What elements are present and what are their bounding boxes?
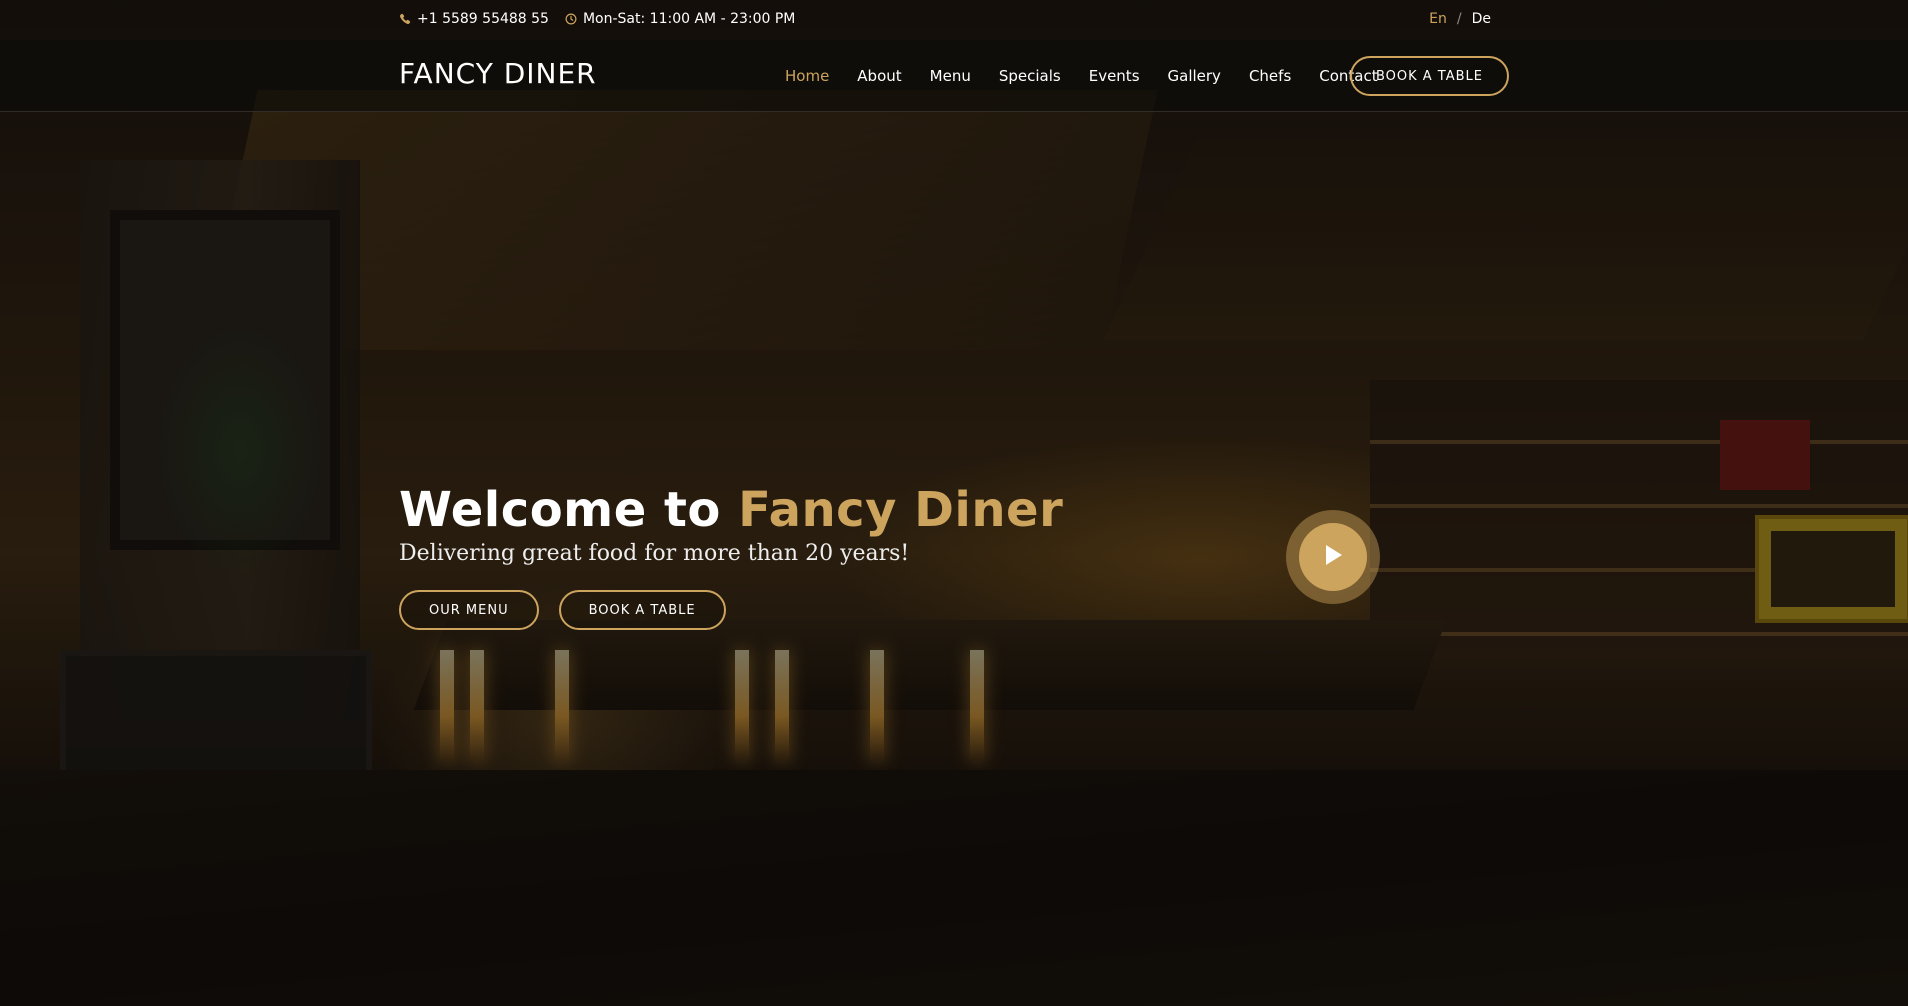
opening-hours: Mon-Sat: 11:00 AM - 23:00 PM — [582, 11, 796, 27]
nav-chefs[interactable]: Chefs — [1235, 67, 1305, 85]
phone-icon — [399, 13, 411, 25]
topbar-contact: +1 5589 55488 55 Mon-Sat: 11:00 AM - 23:… — [399, 11, 795, 27]
language-switcher: En / De — [1429, 11, 1491, 27]
nav-events[interactable]: Events — [1075, 67, 1154, 85]
hero-content: Welcome to Fancy Diner Delivering great … — [399, 478, 1063, 630]
our-menu-button[interactable]: OUR MENU — [399, 590, 539, 630]
book-table-button[interactable]: BOOK A TABLE — [558, 590, 726, 630]
hero-buttons: OUR MENU BOOK A TABLE — [399, 590, 1063, 630]
main-nav: Home About Menu Specials Events Gallery … — [785, 40, 1392, 111]
site-logo[interactable]: FANCY DINER — [399, 57, 597, 90]
nav-home[interactable]: Home — [785, 67, 843, 85]
nav-specials[interactable]: Specials — [985, 67, 1075, 85]
topbar: +1 5589 55488 55 Mon-Sat: 11:00 AM - 23:… — [0, 0, 1908, 40]
book-table-button-header[interactable]: BOOK A TABLE — [1349, 56, 1509, 96]
play-icon — [1322, 543, 1344, 571]
hero-title-prefix: Welcome to — [399, 482, 739, 538]
play-video-button[interactable] — [1286, 510, 1380, 604]
nav-gallery[interactable]: Gallery — [1154, 67, 1235, 85]
language-separator: / — [1456, 11, 1462, 27]
hero-title-accent: Fancy Diner — [738, 482, 1064, 538]
play-button-inner — [1299, 523, 1367, 591]
site-header: FANCY DINER Home About Menu Specials Eve… — [0, 40, 1908, 112]
nav-about[interactable]: About — [843, 67, 915, 85]
phone-number: +1 5589 55488 55 — [417, 11, 549, 27]
hero-subtitle: Delivering great food for more than 20 y… — [399, 541, 910, 566]
page: +1 5589 55488 55 Mon-Sat: 11:00 AM - 23:… — [0, 0, 1908, 1006]
nav-menu[interactable]: Menu — [916, 67, 985, 85]
clock-icon — [565, 13, 577, 25]
language-de[interactable]: De — [1472, 11, 1491, 27]
hero-title: Welcome to Fancy Diner — [399, 478, 1063, 542]
language-en[interactable]: En — [1429, 11, 1447, 27]
